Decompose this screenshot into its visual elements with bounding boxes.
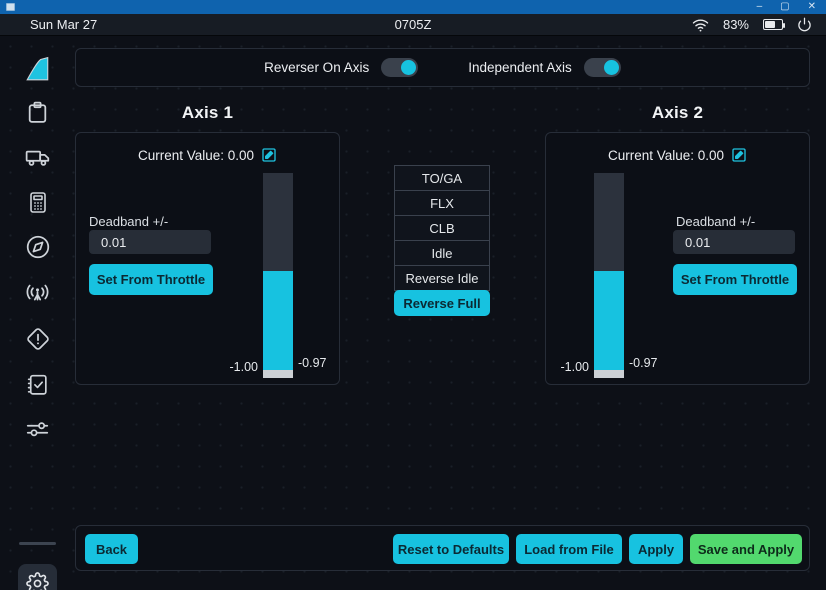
axis2-gauge-threshold-label: -0.97 — [629, 356, 658, 370]
sidebar-item-radio[interactable] — [23, 277, 53, 307]
sidebar-item-warning[interactable] — [23, 324, 53, 354]
axis2-deadband-input[interactable] — [673, 230, 795, 254]
sidebar-item-settings[interactable] — [18, 564, 57, 590]
detent-button-stack: TO/GA FLX CLB Idle Reverse Idle Reverse … — [394, 165, 490, 316]
app-logo-icon — [23, 54, 53, 84]
detent-idle-button[interactable]: Idle — [394, 240, 490, 266]
independent-axis-toggle[interactable] — [584, 58, 621, 77]
status-bar: Sun Mar 27 0705Z 83% — [0, 14, 826, 36]
save-and-apply-button[interactable]: Save and Apply — [690, 534, 802, 564]
window-titlebar: – ▢ ✕ — [0, 0, 826, 14]
reverser-on-axis-label: Reverser On Axis — [264, 60, 369, 75]
axis1-edit-icon[interactable] — [261, 147, 277, 163]
load-from-file-button[interactable]: Load from File — [516, 534, 622, 564]
axis2-deadband-label: Deadband +/- — [676, 214, 755, 229]
detent-clb-button[interactable]: CLB — [394, 215, 490, 241]
axis-options-bar: Reverser On Axis Independent Axis — [75, 48, 810, 87]
footer-action-bar: Back Reset to Defaults Load from File Ap… — [75, 525, 810, 571]
window-minimize-button[interactable]: – — [757, 0, 763, 14]
sidebar-item-pushback-truck[interactable] — [23, 142, 53, 172]
back-button[interactable]: Back — [85, 534, 138, 564]
axis1-deadband-label: Deadband +/- — [89, 214, 168, 229]
sidebar-divider — [19, 542, 56, 545]
axis2-gauge-marker — [594, 370, 624, 378]
reset-to-defaults-button[interactable]: Reset to Defaults — [393, 534, 509, 564]
wifi-icon — [692, 18, 709, 32]
independent-axis-label: Independent Axis — [468, 60, 572, 75]
axis1-panel: Current Value: 0.00 Deadband +/- Set Fro… — [75, 132, 340, 385]
axis2-gauge-min-label: -1.00 — [546, 360, 589, 374]
sidebar-item-clipboard[interactable] — [23, 97, 53, 127]
battery-percentage: 83% — [723, 17, 749, 32]
app-window-icon — [6, 3, 15, 11]
sidebar-item-checklist[interactable] — [23, 369, 53, 399]
sidebar-item-sliders[interactable] — [23, 414, 53, 444]
axis2-gauge — [594, 173, 624, 378]
detent-reverse-idle-button[interactable]: Reverse Idle — [394, 265, 490, 291]
axis1-gauge-threshold-label: -0.97 — [298, 356, 327, 370]
window-maximize-button[interactable]: ▢ — [780, 0, 789, 14]
throttle-calibration-app: – ▢ ✕ Sun Mar 27 0705Z 83% — [0, 0, 826, 590]
axis1-set-from-throttle-button[interactable]: Set From Throttle — [89, 264, 213, 295]
axis1-gauge-min-label: -1.00 — [206, 360, 258, 374]
sidebar-item-compass[interactable] — [23, 232, 53, 262]
axis1-current-value: Current Value: 0.00 — [138, 148, 254, 163]
window-close-button[interactable]: ✕ — [808, 0, 816, 14]
reverser-on-axis-toggle[interactable] — [381, 58, 418, 77]
detent-flx-button[interactable]: FLX — [394, 190, 490, 216]
axis2-title: Axis 2 — [545, 103, 810, 123]
apply-button[interactable]: Apply — [629, 534, 683, 564]
axis2-set-from-throttle-button[interactable]: Set From Throttle — [673, 264, 797, 295]
axis2-gauge-fill — [594, 271, 624, 369]
axis1-gauge — [263, 173, 293, 378]
axis1-gauge-fill — [263, 271, 293, 369]
sidebar-nav — [0, 36, 75, 590]
axis1-deadband-input[interactable] — [89, 230, 211, 254]
axis2-edit-icon[interactable] — [731, 147, 747, 163]
gear-icon — [26, 572, 49, 590]
sidebar-item-calculator[interactable] — [23, 187, 53, 217]
axis1-gauge-marker — [263, 370, 293, 378]
axis2-current-value: Current Value: 0.00 — [608, 148, 724, 163]
battery-icon — [763, 19, 783, 30]
axis1-title: Axis 1 — [75, 103, 340, 123]
axis2-panel: Current Value: 0.00 -1.00 -0.97 Deadband… — [545, 132, 810, 385]
detent-toga-button[interactable]: TO/GA — [394, 165, 490, 191]
detent-reverse-full-button[interactable]: Reverse Full — [394, 290, 490, 316]
power-icon[interactable] — [797, 17, 812, 32]
